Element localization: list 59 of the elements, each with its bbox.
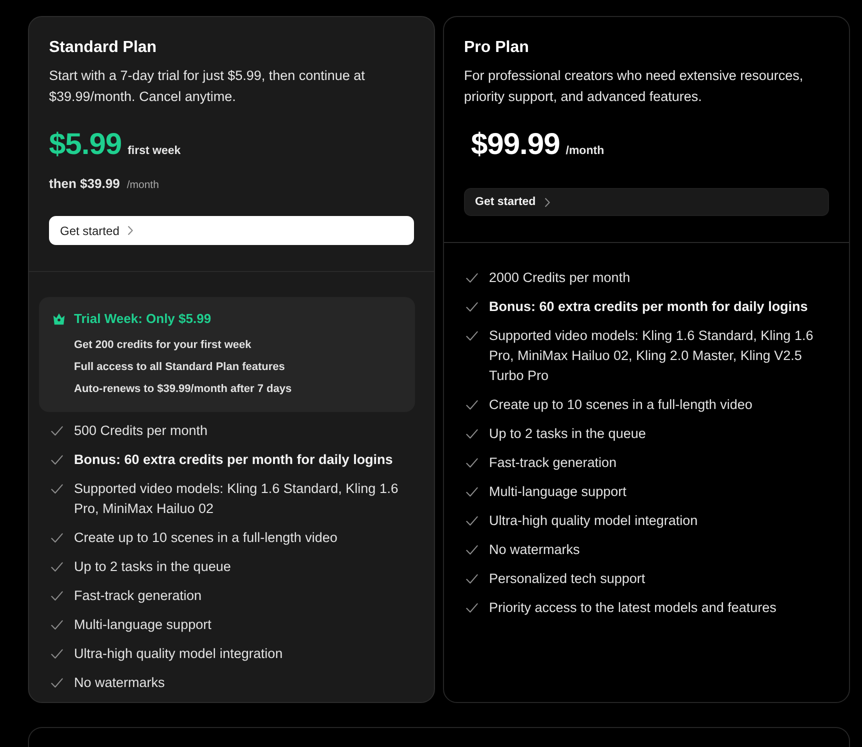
check-icon [466, 516, 478, 526]
feature-text: Bonus: 60 extra credits per month for daily logins [489, 298, 808, 316]
feature-text: Personalized tech support [489, 570, 646, 588]
feature-text: No watermarks [489, 541, 580, 559]
check-icon [51, 533, 63, 543]
feature-text: No watermarks [74, 674, 165, 692]
price-amount: $99.99 [471, 127, 560, 163]
check-icon [51, 455, 63, 465]
check-icon [466, 603, 478, 613]
trial-benefit: Auto-renews to $39.99/month after 7 days [74, 382, 292, 397]
check-icon [466, 302, 478, 312]
feature-text: Multi-language support [489, 483, 626, 501]
chevron-right-icon [128, 226, 134, 235]
check-icon [51, 649, 63, 659]
check-icon [51, 678, 63, 688]
renewal-price: then $39.99 [49, 175, 120, 193]
check-icon [51, 591, 63, 601]
feature-text: Up to 2 tasks in the queue [74, 558, 231, 576]
trial-offer-title: Trial Week: Only $5.99 [74, 310, 212, 328]
feature-text: Create up to 10 scenes in a full-length video [74, 529, 338, 547]
check-icon [51, 426, 63, 436]
plan-title: Standard Plan [49, 38, 157, 58]
feature-text: Fast-track generation [74, 587, 202, 605]
price-period: /month [566, 144, 604, 159]
renewal-period: /month [126, 178, 159, 193]
check-icon [466, 458, 478, 468]
feature-text: Priority access to the latest models and features [489, 599, 776, 617]
check-icon [466, 574, 478, 584]
plan-description: For professional creators who need extensive resources, priority support, and advanced features. [464, 67, 804, 106]
feature-text: 2000 Credits per month [489, 269, 630, 287]
feature-text: Multi-language support [74, 616, 212, 634]
feature-text: Create up to 10 scenes in a full-length video [489, 396, 752, 414]
price-period: first week [128, 144, 181, 159]
get-started-button[interactable]: Get started [464, 188, 829, 216]
check-icon [51, 620, 63, 630]
feature-text: Up to 2 tasks in the queue [489, 425, 646, 443]
feature-text: Fast-track generation [489, 454, 617, 472]
check-icon [466, 429, 478, 439]
crown-icon [53, 313, 65, 325]
price-amount: $5.99 [49, 127, 122, 163]
check-icon [466, 331, 478, 341]
feature-text: Ultra-high quality model integration [489, 512, 698, 530]
check-icon [51, 562, 63, 572]
feature-text: Bonus: 60 extra credits per month for daily logins [74, 451, 393, 469]
trial-benefit: Full access to all Standard Plan features [74, 360, 285, 375]
plan-title: Pro Plan [464, 38, 529, 58]
check-icon [466, 545, 478, 555]
feature-text: Supported video models: Kling 1.6 Standard, Kling 1.6 Pro, MiniMax Hailuo 02 [74, 480, 400, 518]
get-started-button[interactable]: Get started [49, 216, 414, 245]
trial-benefit: Get 200 credits for your first week [74, 338, 252, 353]
plan-description: Start with a 7-day trial for just $5.99, then continue at $39.99/month. Cancel anytime. [49, 67, 366, 106]
check-icon [466, 273, 478, 283]
check-icon [466, 487, 478, 497]
check-icon [51, 484, 63, 494]
feature-text: Supported video models: Kling 1.6 Standard, Kling 1.6 Pro, MiniMax Hailuo 02, Kling 2.0 Master, Kling V2.5 Turbo Pro [489, 327, 814, 385]
chevron-right-icon [544, 198, 550, 206]
check-icon [466, 400, 478, 410]
feature-text: Ultra-high quality model integration [74, 645, 283, 663]
feature-text: 500 Credits per month [74, 422, 208, 440]
